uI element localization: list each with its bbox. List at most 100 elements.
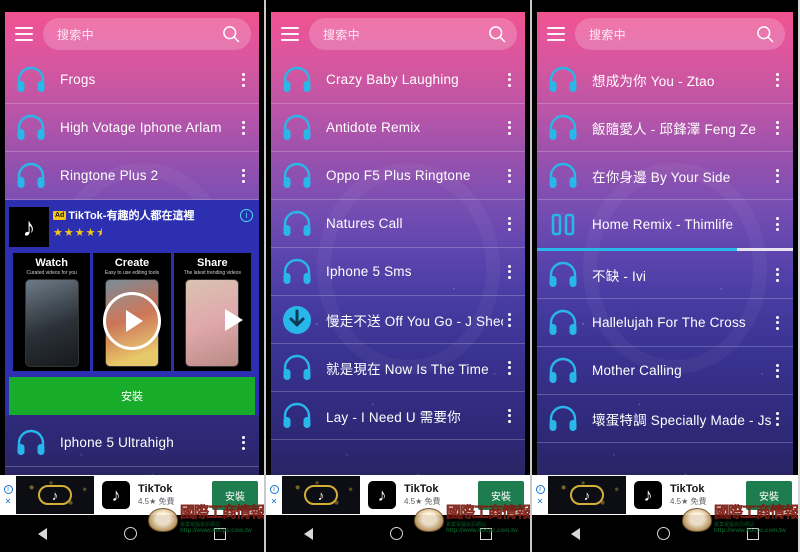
back-triangle-icon[interactable] <box>38 527 48 540</box>
video-play-button[interactable] <box>103 291 161 350</box>
playback-progress-bar[interactable] <box>537 248 793 251</box>
hamburger-menu-icon[interactable] <box>543 23 569 45</box>
overflow-menu-icon[interactable] <box>503 216 519 231</box>
banner-ad-left[interactable]: i ✕ ♪ ♪ TikTok 4.5★ 免費 安裝 <box>0 475 264 515</box>
list-item[interactable]: Oppo F5 Plus Ringtone <box>271 152 525 200</box>
banner-ad-middle[interactable]: i ✕ ♪ ♪ TikTok 4.5★ 免費 安裝 <box>266 475 530 515</box>
overflow-menu-icon[interactable] <box>771 363 787 378</box>
overflow-menu-icon[interactable] <box>771 120 787 135</box>
hamburger-menu-icon[interactable] <box>277 23 303 45</box>
list-item[interactable]: Iphone 5 Ultrahigh <box>5 419 259 467</box>
ad-install-button[interactable]: 安裝 <box>9 377 255 415</box>
headphone-icon <box>280 63 314 97</box>
overflow-menu-icon[interactable] <box>771 315 787 330</box>
list-item-playing[interactable]: Home Remix - Thimlife <box>537 200 793 248</box>
banner-ad-right[interactable]: i ✕ ♪ ♪ TikTok 4.5★ 免費 安裝 <box>532 475 798 515</box>
overflow-menu-icon[interactable] <box>237 168 253 183</box>
banner-ad-controls[interactable]: i ✕ <box>532 475 548 515</box>
home-circle-icon[interactable] <box>389 527 403 540</box>
search-icon[interactable] <box>487 24 507 44</box>
overflow-menu-icon[interactable] <box>771 168 787 183</box>
overflow-menu-icon[interactable] <box>503 72 519 87</box>
banner-ad-artwork: ♪ <box>16 476 94 514</box>
search-input[interactable]: 搜索中 <box>309 18 517 50</box>
list-item-title: 慢走不送 Off You Go - J Sheon <box>326 313 503 329</box>
banner-ad-controls[interactable]: i ✕ <box>0 475 16 515</box>
banner-install-button[interactable]: 安裝 <box>478 480 524 510</box>
banner-info-icon[interactable]: i <box>3 484 13 494</box>
search-icon[interactable] <box>221 24 241 44</box>
overflow-menu-icon[interactable] <box>771 72 787 87</box>
headphone-icon <box>280 351 314 385</box>
list-item-title: 就是現在 Now Is The Time <box>326 361 489 377</box>
list-item[interactable]: Lay - I Need U 需要你 <box>271 392 525 440</box>
ringtone-list-top: Frogs High Votage Iphone Arlam Ringtone … <box>5 56 259 200</box>
list-item[interactable]: 在你身邊 By Your Side <box>537 152 793 200</box>
list-item[interactable]: High Votage Iphone Arlam <box>5 104 259 152</box>
banner-ad-body: ♪ TikTok 4.5★ 免費 <box>626 481 746 509</box>
list-item[interactable]: Iphone 5 Sms <box>271 248 525 296</box>
ad-card-sub: Easy to use editing tools <box>104 270 160 276</box>
overflow-menu-icon[interactable] <box>237 120 253 135</box>
list-item-title: Natures Call <box>326 216 403 231</box>
ad-headline: TikTok-有趣的人都在這裡 <box>68 210 195 222</box>
search-input[interactable]: 搜索中 <box>575 18 785 50</box>
banner-close-icon[interactable]: ✕ <box>5 497 12 506</box>
overflow-menu-icon[interactable] <box>503 360 519 375</box>
overflow-menu-icon[interactable] <box>771 411 787 426</box>
pause-icon[interactable] <box>546 207 580 241</box>
home-circle-icon[interactable] <box>123 527 137 540</box>
ad-info-icon[interactable]: i <box>240 209 253 222</box>
list-item[interactable]: Hallelujah For The Cross <box>537 299 793 347</box>
hamburger-menu-icon[interactable] <box>11 23 37 45</box>
top-search-bar: 搜索中 <box>271 12 525 56</box>
list-item[interactable]: 不缺 - Ivi <box>537 251 793 299</box>
overflow-menu-icon[interactable] <box>237 435 253 450</box>
overflow-menu-icon[interactable] <box>503 264 519 279</box>
overflow-menu-icon[interactable] <box>503 408 519 423</box>
list-item[interactable]: 壞蛋特調 Specially Made - Jsheon <box>537 395 793 443</box>
recents-square-icon[interactable] <box>213 527 226 540</box>
list-item[interactable]: 想成为你 You - Ztao <box>537 56 793 104</box>
overflow-menu-icon[interactable] <box>771 217 787 231</box>
banner-close-icon[interactable]: ✕ <box>537 497 544 506</box>
list-item[interactable]: Ringtone Plus 2 <box>5 152 259 200</box>
recents-square-icon[interactable] <box>479 527 492 540</box>
tiktok-app-icon: ♪ <box>634 481 662 509</box>
list-item[interactable]: 慢走不送 Off You Go - J Sheon <box>271 296 525 344</box>
list-item-title: 飯隨愛人 - 邱鋒澤 Feng Ze <box>592 121 757 137</box>
ad-card-sub: Curated videos for you <box>26 270 77 276</box>
back-triangle-icon[interactable] <box>304 527 314 540</box>
banner-install-button[interactable]: 安裝 <box>212 480 258 510</box>
list-item[interactable]: Mother Calling <box>537 347 793 395</box>
overflow-menu-icon[interactable] <box>503 168 519 183</box>
ad-card-heading: Create <box>114 257 150 269</box>
search-input[interactable]: 搜索中 <box>43 18 251 50</box>
banner-info-icon[interactable]: i <box>269 484 279 494</box>
list-item-title: Iphone 5 Ultrahigh <box>60 435 174 450</box>
recents-square-icon[interactable] <box>747 527 760 540</box>
home-circle-icon[interactable] <box>656 527 670 540</box>
headphone-icon <box>280 399 314 433</box>
banner-close-icon[interactable]: ✕ <box>271 497 278 506</box>
list-item[interactable]: Crazy Baby Laughing <box>271 56 525 104</box>
overflow-menu-icon[interactable] <box>503 312 519 327</box>
interstitial-ad[interactable]: ♪ Ad TikTok-有趣的人都在這裡 ★★★★⯨ i Watch Curat… <box>5 200 259 415</box>
back-triangle-icon[interactable] <box>570 527 580 540</box>
search-icon[interactable] <box>755 24 775 44</box>
banner-install-button[interactable]: 安裝 <box>746 480 792 510</box>
overflow-menu-icon[interactable] <box>237 72 253 87</box>
banner-ad-body: ♪ TikTok 4.5★ 免費 <box>94 481 212 509</box>
banner-info-icon[interactable]: i <box>535 484 545 494</box>
banner-ad-controls[interactable]: i ✕ <box>266 475 282 515</box>
list-item[interactable]: Frogs <box>5 56 259 104</box>
overflow-menu-icon[interactable] <box>503 120 519 135</box>
list-item[interactable]: 就是現在 Now Is The Time <box>271 344 525 392</box>
ad-feature-cards: Watch Curated videos for you Create Easy… <box>5 249 259 377</box>
overflow-menu-icon[interactable] <box>771 267 787 282</box>
list-item[interactable]: Natures Call <box>271 200 525 248</box>
headphone-icon <box>546 402 580 436</box>
list-item[interactable]: Antidote Remix <box>271 104 525 152</box>
list-item[interactable]: 飯隨愛人 - 邱鋒澤 Feng Ze <box>537 104 793 152</box>
ringtone-list: 想成为你 You - Ztao 飯隨愛人 - 邱鋒澤 Feng Ze 在你身邊 … <box>537 56 793 443</box>
